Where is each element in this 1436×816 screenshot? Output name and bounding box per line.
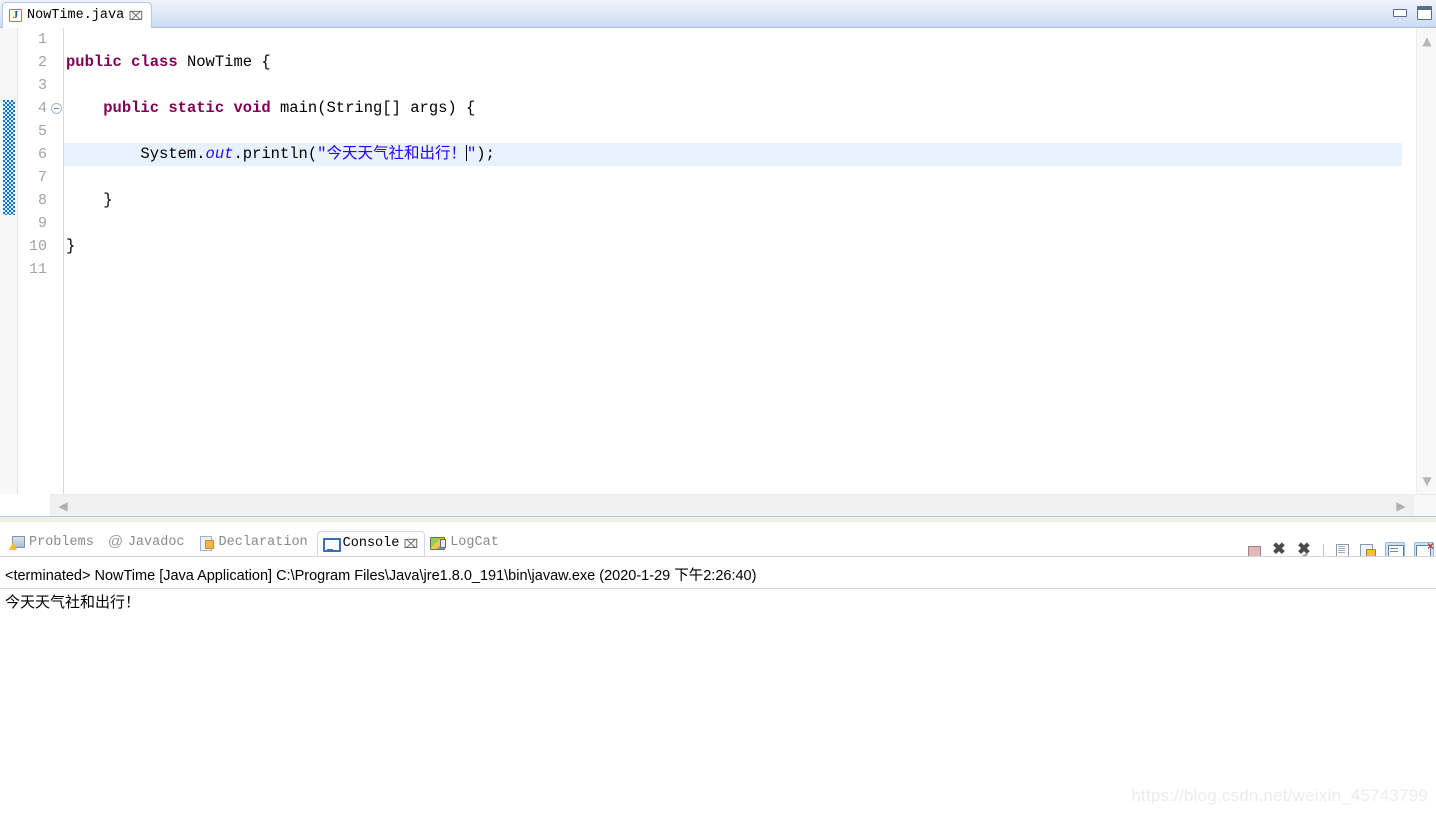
code-token: .println( xyxy=(233,145,318,163)
folding-ruler[interactable] xyxy=(50,28,64,494)
code-line[interactable] xyxy=(64,120,1408,143)
line-number: 10 xyxy=(28,238,47,255)
minimize-icon[interactable] xyxy=(1393,9,1407,17)
code-line[interactable]: System.out.println("今天天气社和出行！"); xyxy=(64,143,1402,166)
code-token: public xyxy=(66,53,122,71)
editor-horizontal-scrollbar[interactable]: ◀ ▶ xyxy=(50,494,1436,517)
console-output-text: 今天天气社和出行！ xyxy=(0,591,1436,612)
code-text-area[interactable]: public class NowTime { public static voi… xyxy=(64,28,1408,494)
console-tab-label: Declaration xyxy=(218,535,308,551)
code-token: out xyxy=(205,145,234,163)
fold-collapse-icon[interactable] xyxy=(51,103,62,114)
line-number: 9 xyxy=(37,215,47,232)
console-tab-list: Problems Javadoc Declaration Console ⌧ LogCat xyxy=(4,530,508,556)
editor-tab-label: NowTime.java xyxy=(27,8,125,23)
console-divider xyxy=(0,588,1436,589)
line-number: 1 xyxy=(37,31,47,48)
code-line[interactable] xyxy=(64,28,1408,51)
java-file-icon xyxy=(9,8,22,22)
line-number: 6 xyxy=(37,146,47,163)
console-tab-label: LogCat xyxy=(450,535,499,551)
code-token: } xyxy=(66,191,113,209)
code-token: " xyxy=(466,145,477,163)
code-line[interactable]: } xyxy=(64,235,1408,258)
console-launch-header: <terminated> NowTime [Java Application] … xyxy=(5,568,757,584)
line-number: 7 xyxy=(37,169,47,186)
console-tab-javadoc[interactable]: Javadoc xyxy=(103,531,194,556)
close-icon[interactable]: ⌧ xyxy=(129,10,144,22)
code-token: main(String[] args) { xyxy=(270,99,476,117)
code-token: ); xyxy=(476,145,495,163)
scroll-right-icon[interactable]: ▶ xyxy=(1394,499,1408,513)
editor-part: NowTime.java ⌧ 1 2 3 4 5 6 7 8 9 10 11 public clas… xyxy=(0,0,1436,521)
code-token: "今天天气社和出行！ xyxy=(317,145,466,163)
editor-tab-bar: NowTime.java ⌧ xyxy=(0,0,1436,28)
line-number: 11 xyxy=(28,261,47,278)
console-tab-declaration[interactable]: Declaration xyxy=(194,531,317,556)
code-token: class xyxy=(131,53,178,71)
console-tab-console[interactable]: Console ⌧ xyxy=(316,530,426,556)
editor-vertical-scrollbar[interactable]: ▲ ▼ xyxy=(1416,28,1436,494)
eclipse-ide-window: NowTime.java ⌧ 1 2 3 4 5 6 7 8 9 10 11 public clas… xyxy=(0,0,1436,816)
code-token: public xyxy=(103,99,160,117)
scroll-down-icon[interactable]: ▼ xyxy=(1420,474,1434,488)
console-tab-label: Console xyxy=(342,535,400,551)
console-tab-label: Javadoc xyxy=(127,535,185,551)
problems-icon xyxy=(9,536,25,550)
code-line[interactable]: public class NowTime { xyxy=(64,51,1408,74)
console-tab-logcat[interactable]: LogCat xyxy=(425,531,508,556)
code-token: System. xyxy=(66,145,206,163)
watermark-text: https://blog.csdn.net/weixin_45743799 xyxy=(1131,786,1428,805)
code-token: NowTime { xyxy=(177,53,271,71)
editor-body[interactable]: 1 2 3 4 5 6 7 8 9 10 11 public class NowTime { pub… xyxy=(0,28,1436,494)
scroll-up-icon[interactable]: ▲ xyxy=(1420,34,1434,48)
line-number: 4 xyxy=(37,100,47,117)
code-line[interactable] xyxy=(64,166,1408,189)
console-output-line: 今天天气社和出行！ xyxy=(5,594,141,611)
scrollbar-corner xyxy=(1414,495,1436,517)
console-part: Problems Javadoc Declaration Console ⌧ LogCat… xyxy=(0,522,1436,816)
console-body[interactable]: <terminated> NowTime [Java Application] … xyxy=(0,556,1436,816)
line-number: 2 xyxy=(37,54,47,71)
maximize-icon[interactable] xyxy=(1417,6,1432,20)
code-line[interactable]: } xyxy=(64,189,1408,212)
code-token: static xyxy=(168,99,225,117)
scroll-left-icon[interactable]: ◀ xyxy=(56,499,70,513)
code-line[interactable]: public static void main(String[] args) { xyxy=(64,97,1408,120)
declaration-icon xyxy=(199,536,214,551)
line-number: 5 xyxy=(37,123,47,140)
line-number-ruler: 1 2 3 4 5 6 7 8 9 10 11 xyxy=(18,28,50,494)
javadoc-icon xyxy=(108,533,123,550)
logcat-icon xyxy=(430,536,447,550)
line-number: 8 xyxy=(37,192,47,209)
code-line[interactable] xyxy=(64,74,1408,97)
close-icon[interactable]: ⌧ xyxy=(404,538,419,550)
changed-lines-indicator xyxy=(3,100,15,215)
line-number: 3 xyxy=(37,77,47,94)
window-controls xyxy=(1393,6,1432,20)
change-ruler xyxy=(0,28,18,494)
console-icon xyxy=(322,537,341,552)
code-token: } xyxy=(66,237,76,255)
editor-tab-nowtime-java[interactable]: NowTime.java ⌧ xyxy=(2,2,153,28)
console-tab-problems[interactable]: Problems xyxy=(4,531,103,556)
code-line[interactable] xyxy=(64,258,1408,281)
code-token: void xyxy=(233,99,271,117)
console-tab-label: Problems xyxy=(29,535,94,551)
code-line[interactable] xyxy=(64,212,1408,235)
console-tab-bar: Problems Javadoc Declaration Console ⌧ LogCat… xyxy=(0,530,1436,560)
